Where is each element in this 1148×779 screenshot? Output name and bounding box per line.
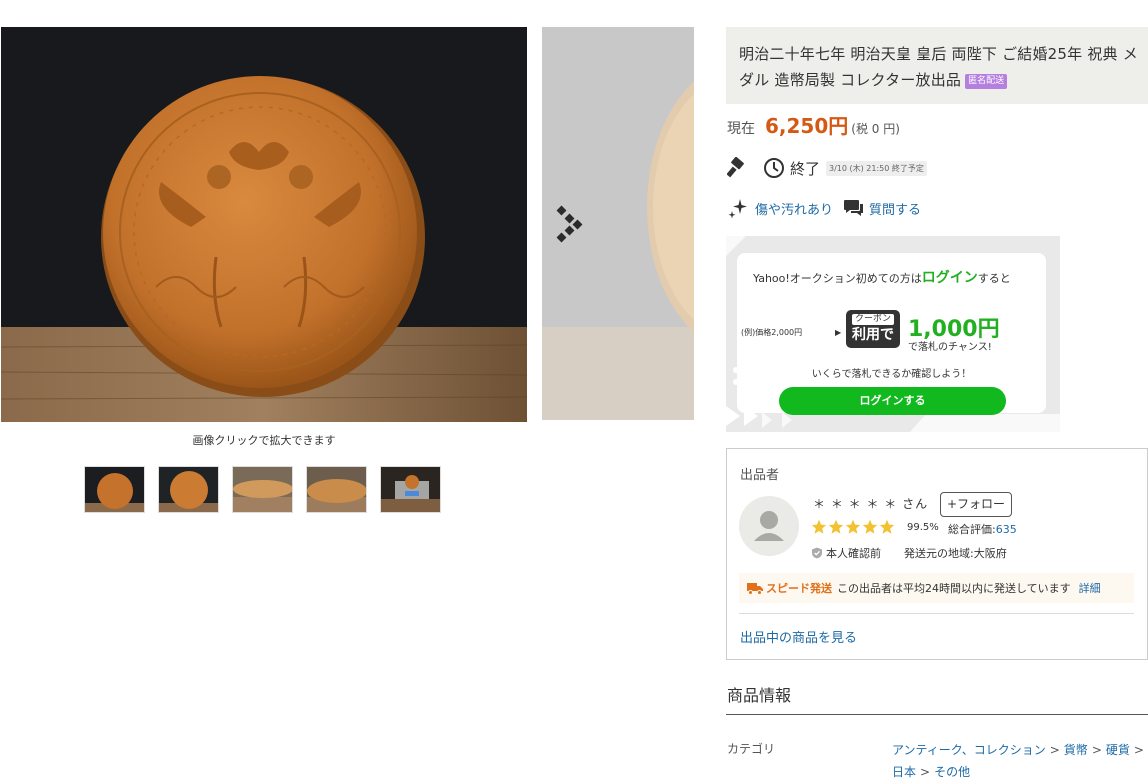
end-time: 3/10 (木) 21:50 終了予定 <box>826 160 927 176</box>
category-link[interactable]: 貨幣 <box>1064 743 1088 757</box>
coupon-banner: Yahoo!オークション初めての方はログインすると (例)価格2,000円 ▶ … <box>726 236 1060 432</box>
category-link[interactable]: 日本 <box>892 765 916 779</box>
category-link[interactable]: 硬貨 <box>1106 743 1130 757</box>
seller-box: 出品者 ＊ ＊ ＊ ＊ ＊ さん +フォロー 99.5% 総合評価:635 本人… <box>726 448 1148 660</box>
truck-icon <box>747 582 763 595</box>
coupon-headline-login: ログイン <box>921 270 978 286</box>
price-tax: (税 0 円) <box>851 122 900 136</box>
speed-shipping-text: この出品者は平均24時間以内に発送しています <box>837 582 1071 595</box>
item-title-box: 明治二十年七年 明治天皇 皇后 両陛下 ご結婚25年 祝典 メダル 造幣局製 コ… <box>726 27 1148 104</box>
medal-photo <box>1 27 527 422</box>
identity-status: 本人確認前 <box>811 545 881 561</box>
coupon-badge: クーポン 利用で <box>846 310 900 348</box>
total-rating: 総合評価:635 <box>948 521 1017 537</box>
category-breadcrumb: アンティーク、コレクション > 貨幣 > 硬貨 > 日本 > その他 <box>892 739 1148 779</box>
coupon-headline: Yahoo!オークション初めての方はログインすると <box>753 267 1011 287</box>
seller-name[interactable]: ＊ ＊ ＊ ＊ ＊ さん <box>813 495 928 512</box>
see-seller-items-link[interactable]: 出品中の商品を見る <box>740 627 857 646</box>
seller-divider <box>739 613 1134 614</box>
sparkle-icon <box>728 199 747 219</box>
chevron-right-icon <box>556 205 583 243</box>
thumbnail-5[interactable] <box>380 466 441 513</box>
chevron-right-icon: > <box>920 765 931 779</box>
category-link[interactable]: その他 <box>934 765 970 779</box>
ship-from: 発送元の地域:大阪府 <box>904 547 1007 560</box>
seller-heading: 出品者 <box>740 468 780 483</box>
seller-star-rating <box>811 519 895 535</box>
auction-status-row: 終了 3/10 (木) 21:50 終了予定 <box>727 156 927 180</box>
chevron-right-icon: > <box>1049 743 1060 757</box>
thumbnail-4[interactable] <box>306 466 367 513</box>
chat-bubble-icon <box>844 200 864 216</box>
login-button[interactable]: ログインする <box>779 387 1006 415</box>
zoom-hint: 画像クリックで拡大できます <box>192 434 336 447</box>
anonymous-shipping-badge: 匿名配送 <box>965 74 1008 89</box>
thumbnail-1[interactable] <box>84 466 145 513</box>
question-link[interactable]: 質問する <box>869 199 921 218</box>
star-icon <box>845 519 861 534</box>
star-icon <box>828 519 844 534</box>
coupon-headline-prefix: Yahoo!オークション初めての方は <box>753 272 922 285</box>
item-action-row: 傷や汚れあり 質問する <box>727 196 931 220</box>
item-info-divider <box>726 714 1148 715</box>
star-icon <box>862 519 878 534</box>
follow-button[interactable]: +フォロー <box>940 492 1012 517</box>
coupon-chance-text: で落札のチャンス! <box>908 342 992 353</box>
speed-shipping-label: スピード発送 <box>766 582 832 595</box>
shield-icon <box>812 547 822 559</box>
avatar[interactable] <box>739 496 799 556</box>
coupon-headline-suffix: すると <box>977 272 1011 285</box>
auction-status: 終了 <box>790 159 821 178</box>
category-label: カテゴリ <box>727 742 776 756</box>
item-info-heading: 商品情報 <box>727 686 792 705</box>
condition-link[interactable]: 傷や汚れあり <box>755 199 833 218</box>
gavel-icon <box>727 157 744 178</box>
price-label: 現在 <box>727 121 755 137</box>
item-title: 明治二十年七年 明治天皇 皇后 両陛下 ご結婚25年 祝典 メダル 造幣局製 コ… <box>739 45 1138 89</box>
good-rating-percent: 99.5% <box>907 522 939 533</box>
total-rating-label: 総合評価: <box>948 523 996 536</box>
category-link[interactable]: アンティーク、コレクション <box>892 743 1046 757</box>
speed-shipping-banner: スピード発送 この出品者は平均24時間以内に発送しています 詳細 <box>739 573 1134 603</box>
identity-status-text: 本人確認前 <box>826 547 881 560</box>
speed-shipping-detail-link[interactable]: 詳細 <box>1079 580 1101 596</box>
user-silhouette-icon <box>754 511 784 541</box>
coupon-badge-bottom: 利用で <box>852 327 894 343</box>
main-product-image[interactable] <box>1 27 527 422</box>
coupon-example-price: (例)価格2,000円 <box>741 328 803 337</box>
thumbnail-2[interactable] <box>158 466 219 513</box>
total-rating-count[interactable]: 635 <box>996 523 1017 536</box>
current-price: 6,250円 <box>765 114 849 138</box>
next-image-button[interactable] <box>554 203 586 245</box>
coupon-arrow-icon: ▶ <box>835 328 842 337</box>
chevron-right-icon: > <box>1133 743 1144 757</box>
coupon-badge-top: クーポン <box>852 314 894 325</box>
thumbnail-3[interactable] <box>232 466 293 513</box>
star-icon <box>879 519 895 534</box>
clock-icon <box>764 158 784 178</box>
chevron-right-icon: > <box>1091 743 1102 757</box>
thumbnail-strip <box>84 466 441 513</box>
price-row: 現在 6,250円 (税 0 円) <box>727 110 900 139</box>
star-icon <box>811 519 827 534</box>
coupon-card: Yahoo!オークション初めての方はログインすると (例)価格2,000円 ▶ … <box>737 253 1046 415</box>
coupon-check-text: いくらで落札できるか確認しよう！ <box>811 369 972 380</box>
